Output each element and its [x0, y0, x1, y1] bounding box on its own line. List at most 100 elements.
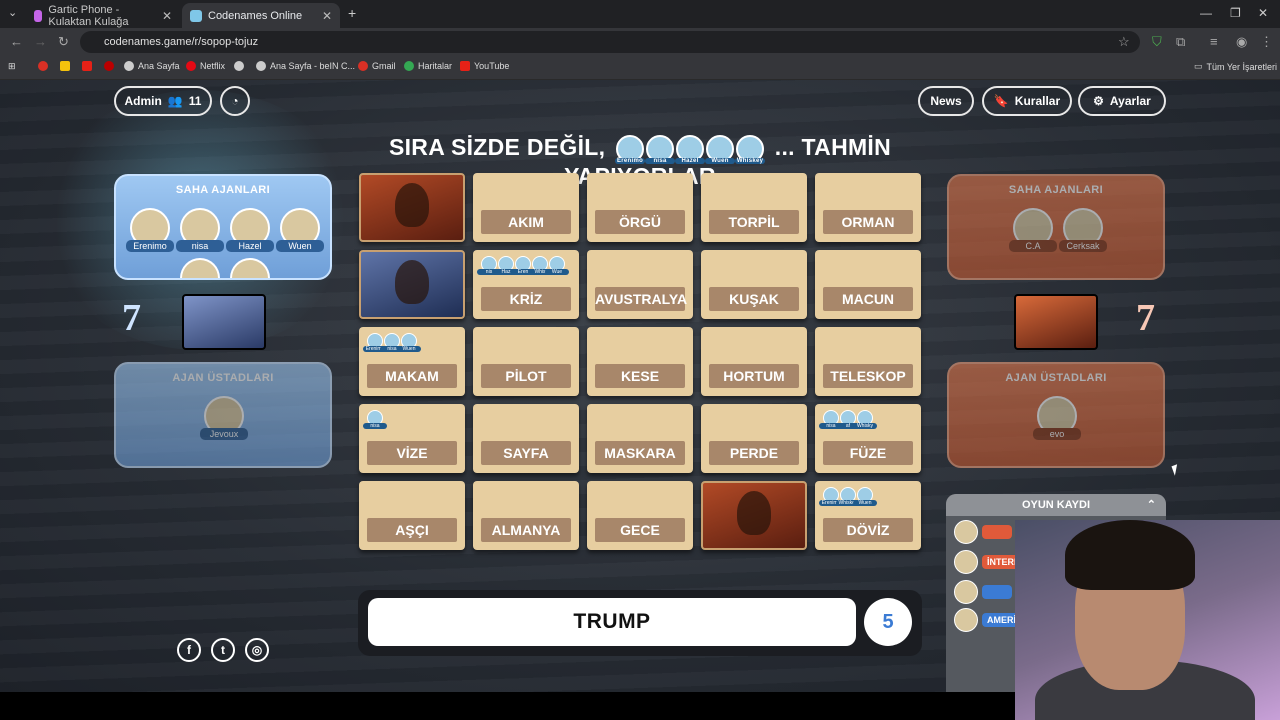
- avatar[interactable]: Jevoux: [200, 396, 248, 440]
- bookmark-ana-sayfa[interactable]: Ana Sayfa: [124, 61, 180, 71]
- codenames-favicon-icon: [190, 9, 202, 22]
- revealed-agent-card[interactable]: [701, 481, 807, 550]
- new-tab-icon[interactable]: +: [348, 5, 356, 21]
- word-card[interactable]: Erenimo Whiskey Wuen DÖVİZ: [815, 481, 921, 550]
- word-card[interactable]: GECE: [587, 481, 693, 550]
- word-card[interactable]: nisa VİZE: [359, 404, 465, 473]
- word-card-label: PİLOT: [481, 364, 571, 388]
- bookmark-haritalar[interactable]: Haritalar: [404, 61, 452, 71]
- word-card[interactable]: PERDE: [701, 404, 807, 473]
- word-card[interactable]: ORMAN: [815, 173, 921, 242]
- guesser-name: Erenimo: [615, 157, 646, 164]
- tab-strip: ⌄ Gartic Phone - Kulaktan Kulağa ✕ Coden…: [0, 0, 1280, 28]
- word-card[interactable]: nisa af Whisky FÜZE: [815, 404, 921, 473]
- bookmark-youtube[interactable]: YouTube: [460, 61, 509, 71]
- word-card[interactable]: nis Haz Eren Whis Wue KRİZ: [473, 250, 579, 319]
- bookmark-icon[interactable]: [60, 61, 70, 71]
- webcam-hair: [1065, 520, 1195, 590]
- media-icon[interactable]: ≡: [1210, 34, 1218, 49]
- avatar[interactable]: Cerksak: [1059, 208, 1107, 252]
- log-entry: [954, 520, 1012, 544]
- avatar[interactable]: nisa: [176, 208, 224, 252]
- word-card[interactable]: AVUSTRALYA: [587, 250, 693, 319]
- avatar[interactable]: evo: [1033, 396, 1081, 440]
- twitter-icon[interactable]: t: [211, 638, 235, 662]
- word-card[interactable]: MASKARA: [587, 404, 693, 473]
- news-button[interactable]: News: [918, 86, 974, 116]
- revealed-agent-card[interactable]: [359, 173, 465, 242]
- red-spymasters-panel: AJAN ÜSTADLARI evo: [947, 362, 1165, 468]
- url-text: codenames.game/r/sopop-tojuz: [104, 36, 259, 48]
- word-card[interactable]: HORTUM: [701, 327, 807, 396]
- timer-button[interactable]: ◔: [220, 86, 250, 116]
- settings-button[interactable]: ⚙ Ayarlar: [1078, 86, 1166, 116]
- bookmark-bein[interactable]: Ana Sayfa - beIN C...: [256, 61, 355, 71]
- word-card[interactable]: KUŞAK: [701, 250, 807, 319]
- url-field[interactable]: codenames.game/r/sopop-tojuz: [80, 31, 1140, 53]
- avatar[interactable]: Wuen: [276, 208, 324, 252]
- word-card[interactable]: ALMANYA: [473, 481, 579, 550]
- avatar[interactable]: [230, 258, 270, 278]
- game-log-header[interactable]: OYUN KAYDI ⌃: [946, 494, 1166, 516]
- bookmark-netflix[interactable]: Netflix: [186, 61, 225, 71]
- word-card[interactable]: AKIM: [473, 173, 579, 242]
- tab-codenames[interactable]: Codenames Online ✕: [182, 3, 340, 28]
- extensions-icon[interactable]: ⧉: [1176, 34, 1185, 50]
- blue-score: 7: [122, 297, 141, 339]
- players-icon: 👥: [167, 94, 183, 108]
- guess-markers: nisa: [363, 410, 387, 429]
- all-bookmarks[interactable]: ▭ Tüm Yer İşaretleri: [1194, 61, 1277, 72]
- profile-icon[interactable]: ◉: [1236, 34, 1247, 50]
- youtube-icon[interactable]: [82, 61, 92, 71]
- word-card[interactable]: AŞÇI: [359, 481, 465, 550]
- word-card-label: AŞÇI: [367, 518, 457, 542]
- instagram-icon[interactable]: ◎: [245, 638, 269, 662]
- word-card[interactable]: TELESKOP: [815, 327, 921, 396]
- tab-search-icon[interactable]: ⌄: [8, 6, 17, 19]
- bookmark-star-icon[interactable]: ☆: [1118, 34, 1130, 50]
- admin-button[interactable]: Admin 👥 11: [114, 86, 212, 116]
- menu-icon[interactable]: ⋮: [1260, 34, 1273, 50]
- gmail-icon[interactable]: [38, 61, 48, 71]
- close-tab-icon[interactable]: ✕: [322, 9, 332, 23]
- avatar[interactable]: Erenimo: [126, 208, 174, 252]
- word-card[interactable]: TORPİL: [701, 173, 807, 242]
- bookmark-label: Ana Sayfa - beIN C...: [270, 61, 356, 71]
- facebook-icon[interactable]: f: [177, 638, 201, 662]
- close-tab-icon[interactable]: ✕: [162, 9, 172, 23]
- shield-icon[interactable]: ⛉: [1152, 34, 1162, 50]
- reload-icon[interactable]: ↻: [58, 34, 69, 50]
- minimize-icon[interactable]: —: [1200, 6, 1212, 20]
- revealed-agent-card[interactable]: [359, 250, 465, 319]
- tab-label: Codenames Online: [208, 9, 303, 22]
- guess-marker-name: Whisky: [853, 423, 877, 429]
- guesser-name: Wuen: [705, 157, 736, 164]
- word-card[interactable]: MACUN: [815, 250, 921, 319]
- bookmark-label: Tüm Yer İşaretleri: [1206, 61, 1278, 72]
- back-icon[interactable]: ←: [10, 34, 23, 49]
- bookmark-icon[interactable]: [234, 61, 244, 71]
- close-window-icon[interactable]: ✕: [1258, 6, 1268, 20]
- avatar[interactable]: C.A: [1009, 208, 1057, 252]
- guess-marker-avatar: Whisky: [853, 410, 877, 429]
- apps-icon[interactable]: ⊞: [8, 61, 16, 72]
- word-card[interactable]: SAYFA: [473, 404, 579, 473]
- rules-button[interactable]: 🔖 Kurallar: [982, 86, 1072, 116]
- word-card[interactable]: Erenimo nisa Wuen MAKAM: [359, 327, 465, 396]
- avatar[interactable]: Hazel: [226, 208, 274, 252]
- tab-gartic[interactable]: Gartic Phone - Kulaktan Kulağa ✕: [26, 3, 180, 28]
- avatar[interactable]: [180, 258, 220, 278]
- word-card[interactable]: ÖRGÜ: [587, 173, 693, 242]
- restore-icon[interactable]: ❐: [1230, 6, 1241, 20]
- chevron-up-icon[interactable]: ⌃: [1147, 494, 1156, 516]
- panel-title: AJAN ÜSTADLARI: [172, 372, 274, 384]
- avatar: [954, 550, 978, 574]
- word-card[interactable]: KESE: [587, 327, 693, 396]
- word-card[interactable]: PİLOT: [473, 327, 579, 396]
- word-card-label: TORPİL: [709, 210, 799, 234]
- bookmark-label: Gmail: [372, 61, 396, 71]
- bookmark-icon[interactable]: [104, 61, 114, 71]
- forward-icon[interactable]: →: [34, 34, 47, 49]
- word-card-label: AKIM: [481, 210, 571, 234]
- bookmark-gmail[interactable]: Gmail: [358, 61, 396, 71]
